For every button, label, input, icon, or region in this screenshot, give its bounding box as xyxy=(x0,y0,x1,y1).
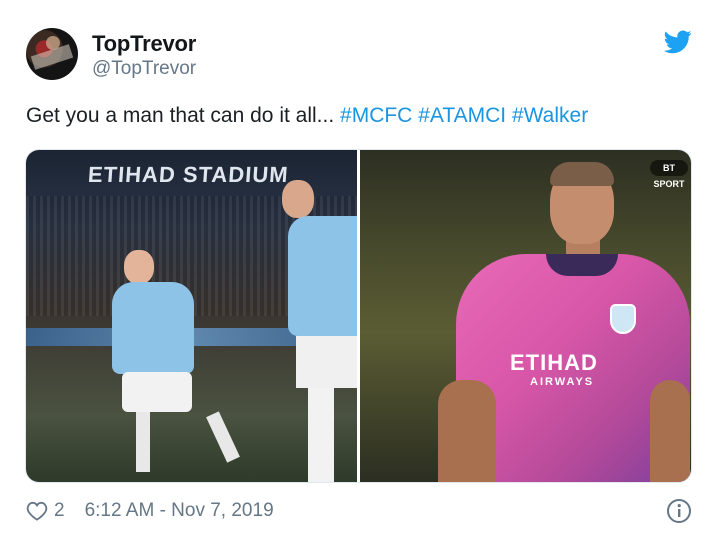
tweet-footer: 2 6:12 AM - Nov 7, 2019 xyxy=(26,498,274,524)
tweet-body: Get you a man that can do it all... xyxy=(26,104,341,127)
hashtag-mcfc[interactable]: #MCFC xyxy=(340,104,412,127)
like-count: 2 xyxy=(54,500,65,521)
media-grid: ETIHAD STADIUM BT SPORT ETIHAD AIRWAYS xyxy=(25,149,692,483)
avatar[interactable] xyxy=(26,28,78,80)
stadium-sign: ETIHAD STADIUM xyxy=(87,162,290,187)
timestamp[interactable]: 6:12 AM - Nov 7, 2019 xyxy=(85,500,274,522)
tweet-text: Get you a man that can do it all... #MCF… xyxy=(26,104,588,128)
hashtag-walker[interactable]: #Walker xyxy=(512,104,588,127)
sponsor-text: ETIHAD xyxy=(510,350,598,375)
twitter-bird-icon[interactable] xyxy=(664,30,692,54)
info-icon[interactable] xyxy=(666,498,692,524)
author-handle[interactable]: @TopTrevor xyxy=(92,58,196,80)
hashtag-atamci[interactable]: #ATAMCI xyxy=(418,104,506,127)
heart-icon[interactable] xyxy=(26,501,48,521)
club-crest-icon xyxy=(610,304,636,334)
photo-right[interactable]: BT SPORT ETIHAD AIRWAYS xyxy=(360,150,691,482)
photo-left[interactable]: ETIHAD STADIUM xyxy=(26,150,357,482)
author-name[interactable]: TopTrevor xyxy=(92,31,196,57)
broadcaster-logo: BT SPORT xyxy=(650,160,688,189)
sponsor-sub-text: AIRWAYS xyxy=(530,376,595,388)
